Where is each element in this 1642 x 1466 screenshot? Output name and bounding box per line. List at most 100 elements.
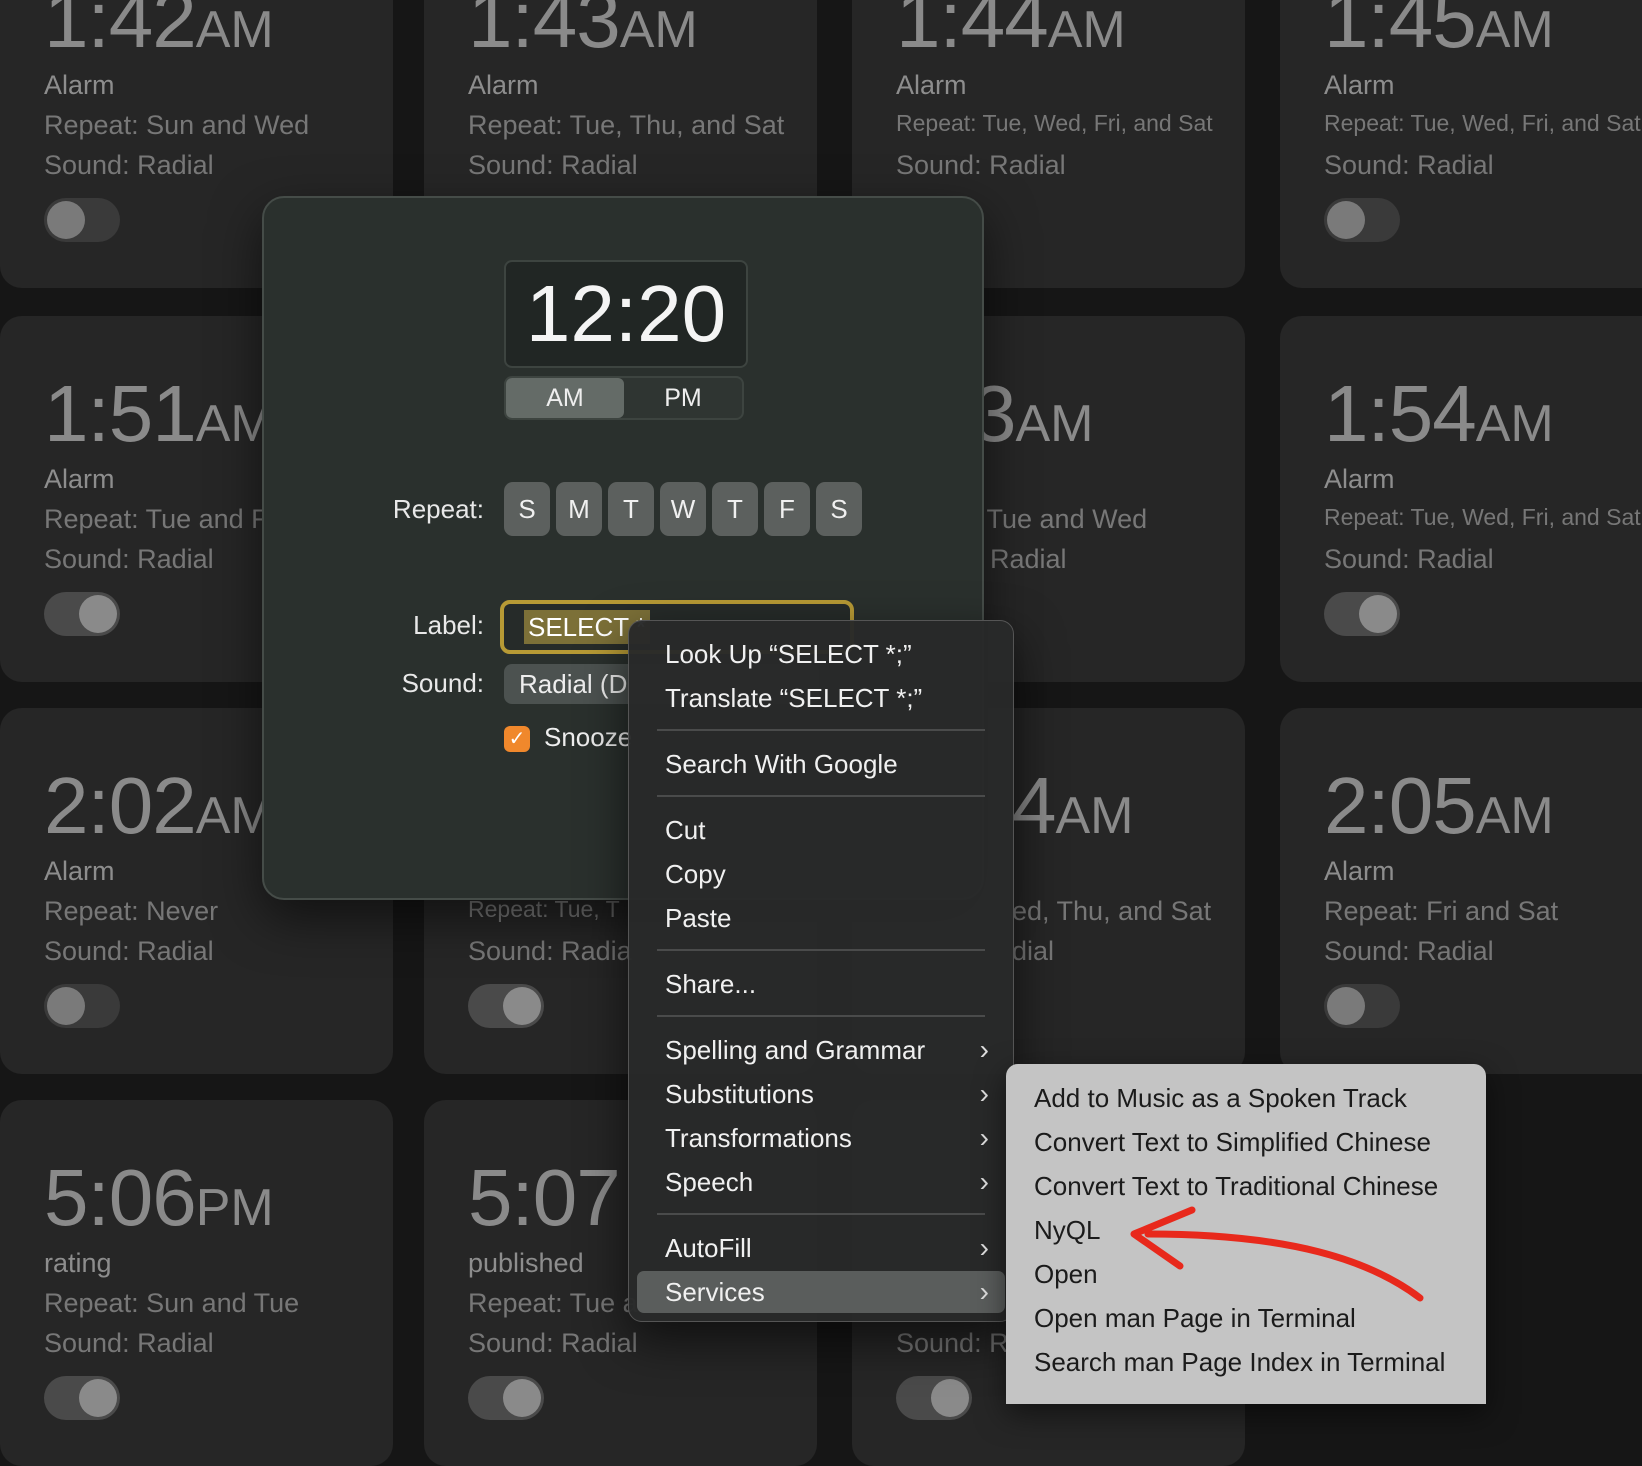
menu-item-transformations[interactable]: Transformations ›: [637, 1117, 1005, 1159]
alarm-sound: Sound: Radial: [1324, 936, 1494, 966]
menu-item-share[interactable]: Share...: [637, 963, 1005, 1005]
service-nyql[interactable]: NyQL: [1034, 1208, 1100, 1252]
menu-item-cut[interactable]: Cut: [637, 809, 1005, 851]
toggle-knob: [79, 595, 117, 633]
alarm-toggle[interactable]: [44, 984, 120, 1028]
alarm-time: 1:45AM: [1324, 0, 1554, 64]
service-convert-simplified-chinese[interactable]: Convert Text to Simplified Chinese: [1034, 1120, 1431, 1164]
alarm-label: Alarm: [1324, 856, 1395, 886]
alarm-repeat: Repeat: Sun and Wed: [44, 110, 310, 140]
toggle-knob: [47, 987, 85, 1025]
alarm-label: Alarm: [44, 856, 115, 886]
service-add-to-music[interactable]: Add to Music as a Spoken Track: [1034, 1076, 1407, 1120]
menu-item-services[interactable]: Services ›: [637, 1271, 1005, 1313]
alarm-card[interactable]: 5:06PM rating Repeat: Sun and Tue Sound:…: [0, 1100, 393, 1466]
label-label: Label:: [413, 610, 484, 640]
alarm-sound: Sound: Radial: [1324, 544, 1494, 574]
alarm-time: 1:44AM: [896, 0, 1126, 64]
alarm-repeat: Repeat: Never: [44, 896, 219, 926]
alarm-toggle[interactable]: [468, 984, 544, 1028]
alarm-sound: Sound: Radial: [896, 150, 1066, 180]
repeat-days: S M T W T F S: [504, 482, 862, 536]
alarm-sound: Sound: Radial: [44, 936, 214, 966]
alarm-time: 1:43AM: [468, 0, 698, 64]
alarm-card[interactable]: 1:45AM Alarm Repeat: Tue, Wed, Fri, and …: [1280, 0, 1642, 288]
menu-item-copy[interactable]: Copy: [637, 853, 1005, 895]
day-sunday[interactable]: S: [504, 482, 550, 536]
toggle-knob: [503, 1379, 541, 1417]
alarm-toggle[interactable]: [1324, 984, 1400, 1028]
alarm-sound: Sound: Radial: [468, 1328, 638, 1358]
day-wednesday[interactable]: W: [660, 482, 706, 536]
day-friday[interactable]: F: [764, 482, 810, 536]
alarm-time: 4AM: [1012, 761, 1134, 850]
alarm-toggle[interactable]: [44, 198, 120, 242]
menu-item-search-with-google[interactable]: Search With Google: [637, 743, 1005, 785]
toggle-knob: [931, 1379, 969, 1417]
alarm-sound: Sound: Radia: [468, 936, 632, 966]
menu-item-look-up[interactable]: Look Up “SELECT *;”: [637, 633, 1005, 675]
menu-item-speech[interactable]: Speech ›: [637, 1161, 1005, 1203]
day-monday[interactable]: M: [556, 482, 602, 536]
toggle-knob: [503, 987, 541, 1025]
menu-item-spelling-and-grammar[interactable]: Spelling and Grammar ›: [637, 1029, 1005, 1071]
alarm-repeat: ed, Thu, and Sat: [1012, 896, 1212, 926]
alarm-label: Alarm: [1324, 464, 1395, 494]
menu-separator: [657, 949, 985, 951]
alarm-time: 1:51AM: [44, 369, 274, 458]
time-field[interactable]: 12:20: [504, 260, 748, 368]
alarm-repeat: : Tue and Wed: [972, 504, 1148, 534]
chevron-right-icon: ›: [979, 1078, 989, 1109]
alarm-card[interactable]: 2:05AM Alarm Repeat: Fri and Sat Sound: …: [1280, 708, 1642, 1074]
alarm-sound: Sound: Radial: [1324, 150, 1494, 180]
alarm-toggle[interactable]: [1324, 592, 1400, 636]
alarm-label: Alarm: [896, 70, 967, 100]
chevron-right-icon: ›: [979, 1122, 989, 1153]
alarm-repeat: Repeat: Fri and Sat: [1324, 896, 1559, 926]
alarm-repeat: Repeat: Tue, T: [468, 896, 620, 922]
toggle-knob: [1359, 595, 1397, 633]
snooze-label: Snooze: [544, 722, 633, 752]
alarm-time: 5:07: [468, 1153, 621, 1242]
menu-separator: [657, 795, 985, 797]
alarm-toggle[interactable]: [1324, 198, 1400, 242]
menu-separator: [657, 729, 985, 731]
alarm-sound: Sound: Radial: [468, 150, 638, 180]
chevron-right-icon: ›: [979, 1232, 989, 1263]
alarm-repeat: Repeat: Tue, Wed, Fri, and Sat: [1324, 504, 1641, 530]
day-saturday[interactable]: S: [816, 482, 862, 536]
alarm-time: 5:06PM: [44, 1153, 274, 1242]
pm-segment[interactable]: PM: [624, 378, 742, 418]
alarm-toggle[interactable]: [896, 1376, 972, 1420]
alarm-label: Alarm: [44, 464, 115, 494]
toggle-knob: [1327, 201, 1365, 239]
menu-item-translate[interactable]: Translate “SELECT *;”: [637, 677, 1005, 719]
snooze-checkbox[interactable]: ✓: [504, 726, 530, 752]
alarm-sound: Sound: Radial: [44, 150, 214, 180]
checkmark-icon: ✓: [508, 728, 526, 750]
alarm-sound: dial: [1012, 936, 1055, 966]
chevron-right-icon: ›: [979, 1034, 989, 1065]
alarm-sound: Sound: Radial: [44, 1328, 214, 1358]
alarm-time: 1:54AM: [1324, 369, 1554, 458]
alarm-repeat: Repeat: Tue, Wed, Fri, and Sat: [1324, 110, 1641, 136]
alarm-time: 2:05AM: [1324, 761, 1554, 850]
alarm-card[interactable]: 1:54AM Alarm Repeat: Tue, Wed, Fri, and …: [1280, 316, 1642, 682]
day-tuesday[interactable]: T: [608, 482, 654, 536]
am-segment[interactable]: AM: [506, 378, 624, 418]
menu-item-paste[interactable]: Paste: [637, 897, 1005, 939]
alarm-time: 3AM: [972, 369, 1094, 458]
alarm-label: rating: [44, 1248, 112, 1278]
menu-item-autofill[interactable]: AutoFill ›: [637, 1227, 1005, 1269]
alarm-toggle[interactable]: [468, 1376, 544, 1420]
annotation-arrow-icon: [1130, 1206, 1424, 1302]
service-search-man-page-index[interactable]: Search man Page Index in Terminal: [1034, 1340, 1445, 1384]
repeat-label: Repeat:: [392, 494, 484, 524]
alarm-label: Alarm: [44, 70, 115, 100]
menu-item-substitutions[interactable]: Substitutions ›: [637, 1073, 1005, 1115]
alarm-repeat: Repeat: Tue and F: [44, 504, 268, 534]
alarm-toggle[interactable]: [44, 1376, 120, 1420]
alarm-toggle[interactable]: [44, 592, 120, 636]
day-thursday[interactable]: T: [712, 482, 758, 536]
service-open[interactable]: Open: [1034, 1252, 1098, 1296]
